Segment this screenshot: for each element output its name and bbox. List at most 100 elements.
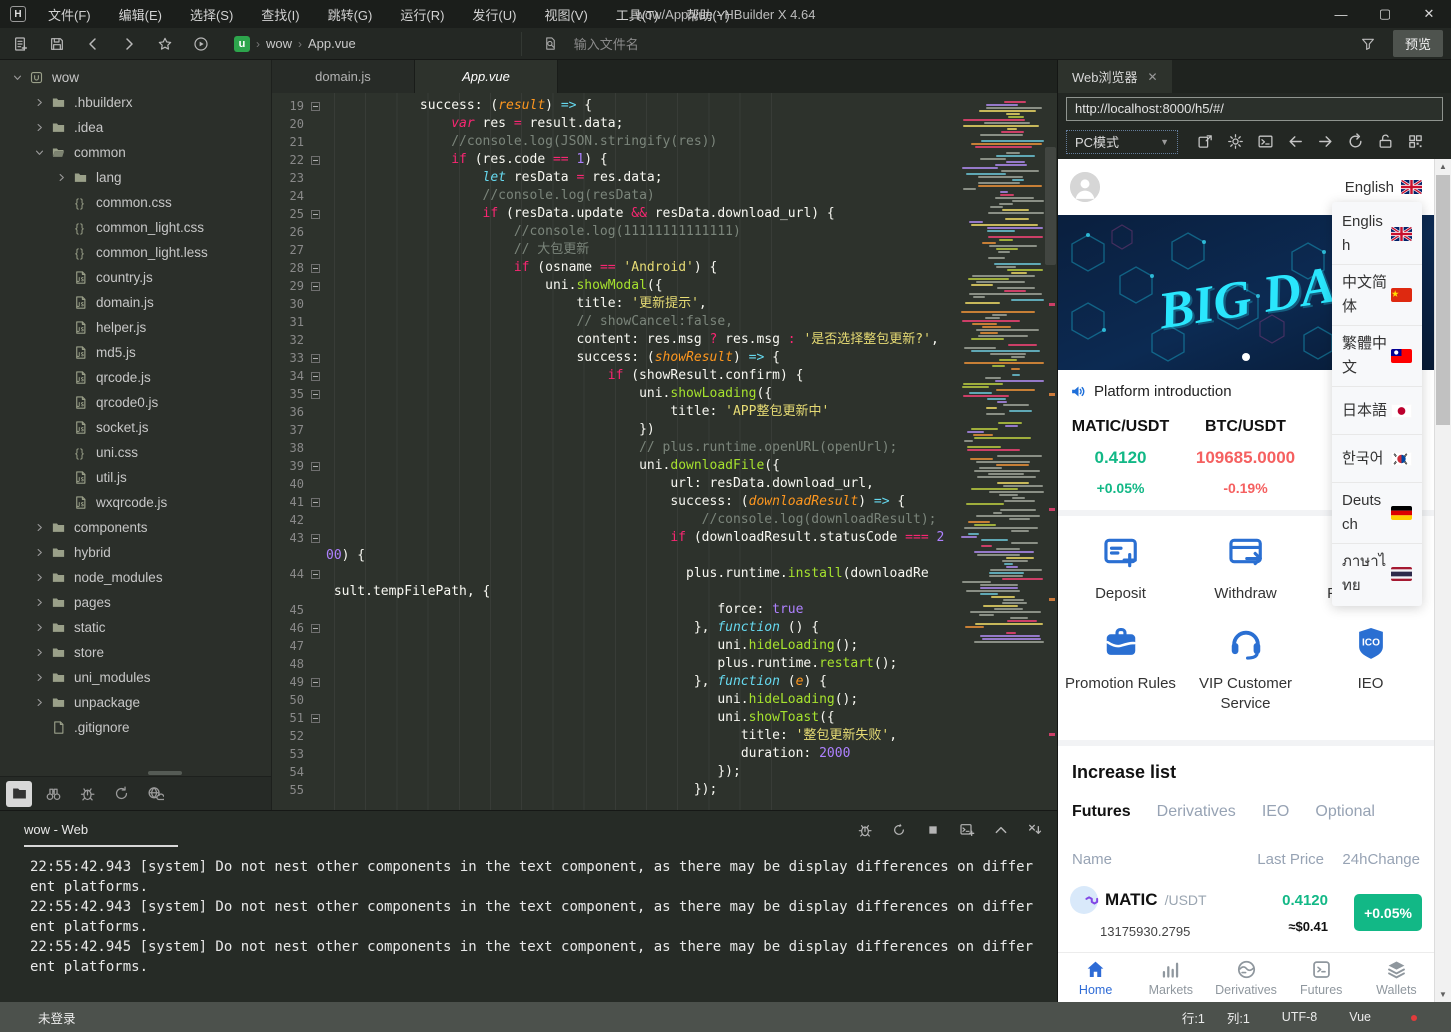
code-area[interactable]: 19success: (result) => {20var res = resu… — [272, 93, 957, 810]
nav-item-derivatives[interactable]: Derivatives — [1208, 953, 1283, 1002]
url-input[interactable]: http://localhost:8000/h5/#/ — [1066, 97, 1443, 121]
language-option-th[interactable]: ภาษาไทย — [1332, 543, 1422, 604]
language-option-kr[interactable]: 한국어 — [1332, 434, 1422, 482]
bug-icon[interactable] — [74, 781, 100, 807]
feature-vip-customer-service[interactable]: VIP Customer Service — [1183, 620, 1308, 714]
browser-gear-icon[interactable] — [1227, 133, 1244, 150]
nav-item-futures[interactable]: Futures — [1284, 953, 1359, 1002]
fold-marker-icon[interactable] — [304, 457, 326, 475]
fold-marker-icon[interactable] — [304, 97, 326, 115]
preview-scrollbar[interactable]: ▲ ▼ — [1434, 159, 1451, 1002]
encoding[interactable]: UTF-8 — [1282, 1010, 1317, 1024]
fold-marker-icon[interactable] — [304, 367, 326, 385]
nav-item-markets[interactable]: Markets — [1133, 953, 1208, 1002]
chevron-right-icon[interactable] — [30, 122, 48, 133]
tree-item-common-light-less[interactable]: {}common_light.less — [0, 240, 271, 265]
search-input[interactable]: 输入文件名 — [521, 32, 821, 56]
menu-帮助-y[interactable]: 帮助(Y) — [674, 1, 741, 28]
menu-跳转-g[interactable]: 跳转(G) — [316, 1, 385, 28]
tree-item-common[interactable]: common — [0, 140, 271, 165]
tree-item-uni-css[interactable]: {}uni.css — [0, 440, 271, 465]
language-option-jp[interactable]: 日本語 — [1332, 386, 1422, 434]
new-file-icon[interactable] — [6, 31, 36, 57]
funnel-icon[interactable] — [1353, 31, 1383, 57]
browser-refresh-icon[interactable] — [1347, 133, 1364, 150]
chevron-right-icon[interactable] — [30, 572, 48, 583]
browser-tab[interactable]: Web浏览器 ✕ — [1058, 60, 1172, 93]
console-stop-icon[interactable] — [925, 822, 941, 838]
feature-withdraw[interactable]: Withdraw — [1183, 530, 1308, 604]
menu-视图-v[interactable]: 视图(V) — [532, 1, 599, 28]
feature-deposit[interactable]: Deposit — [1058, 530, 1183, 604]
tree-item-util-js[interactable]: util.js — [0, 465, 271, 490]
editor-tab-app-vue[interactable]: App.vue — [415, 60, 558, 93]
console-collapse-icon[interactable] — [993, 822, 1009, 838]
forward-icon[interactable] — [114, 31, 144, 57]
fold-marker-icon[interactable] — [304, 349, 326, 367]
menu-工具-t[interactable]: 工具(T) — [604, 1, 671, 28]
back-icon[interactable] — [78, 31, 108, 57]
console-bug-icon[interactable] — [857, 822, 873, 838]
star-icon[interactable] — [150, 31, 180, 57]
fold-marker-icon[interactable] — [304, 493, 326, 511]
browser-terminal-icon[interactable] — [1257, 133, 1274, 150]
menu-文件-f[interactable]: 文件(F) — [36, 1, 103, 28]
tree-item-country-js[interactable]: country.js — [0, 265, 271, 290]
chevron-right-icon[interactable] — [30, 672, 48, 683]
console-restart-icon[interactable] — [891, 822, 907, 838]
breadcrumb-item[interactable]: App.vue — [308, 36, 356, 51]
cursor-line[interactable]: 行:1 — [1182, 1008, 1205, 1027]
menu-运行-r[interactable]: 运行(R) — [388, 1, 456, 28]
tree-item-lang[interactable]: lang — [0, 165, 271, 190]
tree-item-helper-js[interactable]: helper.js — [0, 315, 271, 340]
chevron-right-icon[interactable] — [52, 172, 70, 183]
market-tab-futures[interactable]: Futures — [1072, 803, 1131, 821]
tree-item-gitignore[interactable]: .gitignore — [0, 715, 271, 740]
mode-select[interactable]: PC模式 ▼ — [1066, 130, 1178, 154]
tree-item-node-modules[interactable]: node_modules — [0, 565, 271, 590]
menu-选择-s[interactable]: 选择(S) — [178, 1, 245, 28]
nav-item-home[interactable]: Home — [1058, 953, 1133, 1002]
fold-marker-icon[interactable] — [304, 619, 326, 637]
filetype[interactable]: Vue — [1349, 1010, 1371, 1024]
tree-item-store[interactable]: store — [0, 640, 271, 665]
language-option-tw[interactable]: 繁體中文 — [1332, 325, 1422, 386]
fold-marker-icon[interactable] — [304, 385, 326, 403]
browser-qr-icon[interactable] — [1407, 133, 1424, 150]
menu-发行-u[interactable]: 发行(U) — [460, 1, 528, 28]
close-icon[interactable]: ✕ — [1407, 0, 1451, 28]
tree-item-domain-js[interactable]: domain.js — [0, 290, 271, 315]
tree-item-hbuilderx[interactable]: .hbuilderx — [0, 90, 271, 115]
market-tab-optional[interactable]: Optional — [1315, 803, 1375, 821]
chevron-right-icon[interactable] — [30, 522, 48, 533]
market-tab-ieo[interactable]: IEO — [1262, 803, 1290, 821]
fold-marker-icon[interactable] — [304, 709, 326, 727]
feature-promotion-rules[interactable]: Promotion Rules — [1058, 620, 1183, 714]
tree-item-md5-js[interactable]: md5.js — [0, 340, 271, 365]
tree-item-idea[interactable]: .idea — [0, 115, 271, 140]
maximize-icon[interactable]: ▢ — [1363, 0, 1407, 28]
chevron-right-icon[interactable] — [30, 647, 48, 658]
fold-marker-icon[interactable] — [304, 529, 326, 547]
tree-item-hybrid[interactable]: hybrid — [0, 540, 271, 565]
scroll-down-icon[interactable]: ▼ — [1435, 987, 1451, 1002]
scrollbar-thumb[interactable] — [1436, 175, 1450, 425]
tree-item-static[interactable]: static — [0, 615, 271, 640]
tree-item-wxqrcode-js[interactable]: wxqrcode.js — [0, 490, 271, 515]
change-button[interactable]: +0.05% — [1354, 894, 1422, 931]
fold-marker-icon[interactable] — [304, 565, 326, 583]
console-clear-icon[interactable] — [1027, 822, 1043, 838]
avatar[interactable] — [1070, 172, 1100, 202]
browser-unlock-icon[interactable] — [1377, 133, 1394, 150]
tree-item-uni-modules[interactable]: uni_modules — [0, 665, 271, 690]
chevron-right-icon[interactable] — [30, 697, 48, 708]
chevron-down-icon[interactable] — [8, 72, 26, 83]
tree-item-wow[interactable]: wow — [0, 65, 271, 90]
scroll-up-icon[interactable]: ▲ — [1435, 159, 1451, 174]
fold-marker-icon[interactable] — [304, 205, 326, 223]
menu-查找-i[interactable]: 查找(I) — [249, 1, 311, 28]
globe-cloud-icon[interactable] — [142, 781, 168, 807]
language-option-cn[interactable]: 中文简体 — [1332, 264, 1422, 325]
close-tab-icon[interactable]: ✕ — [1148, 70, 1158, 84]
tree-item-unpackage[interactable]: unpackage — [0, 690, 271, 715]
